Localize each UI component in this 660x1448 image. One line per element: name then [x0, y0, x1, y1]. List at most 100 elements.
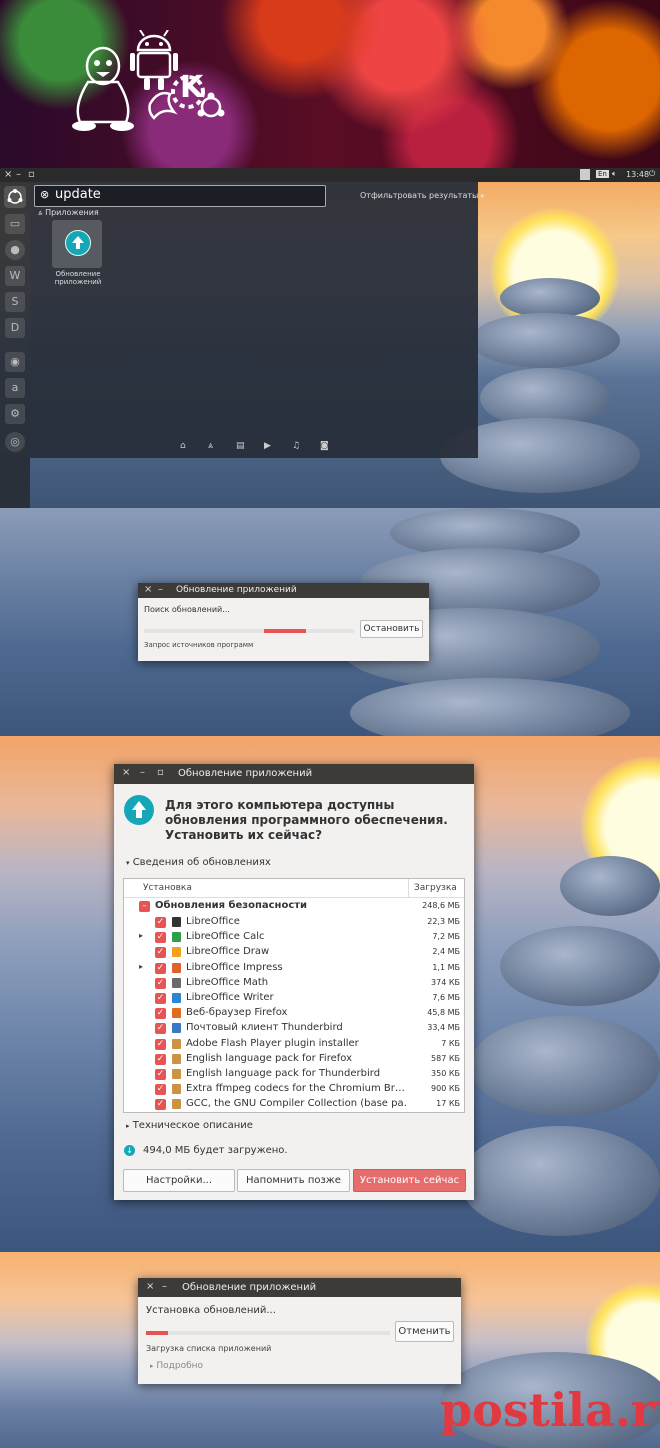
row-checkbox[interactable]: ✓	[155, 1038, 166, 1050]
table-row[interactable]: ✓ English language pack for Thunderbird 35…	[124, 1067, 464, 1082]
update-app-icon	[124, 795, 154, 825]
row-checkbox[interactable]: ✓	[155, 932, 166, 944]
row-checkbox[interactable]: ✓	[155, 917, 166, 928]
table-row[interactable]: ✓ Adobe Flash Player plugin installer 7 КБ	[124, 1037, 464, 1052]
table-row[interactable]: ✓ LibreOffice Draw 2,4 МБ	[124, 945, 464, 960]
disc-launcher-icon[interactable]: ◎	[5, 432, 25, 452]
power-icon[interactable]: ⏻	[649, 169, 655, 179]
settings-launcher-icon[interactable]: ⚙	[5, 404, 25, 424]
files-launcher-icon[interactable]: ▭	[5, 214, 25, 234]
table-row[interactable]: ✓ English language pack for Firefox 587 КБ	[124, 1052, 464, 1067]
apps-icon[interactable]: ⩓	[208, 441, 213, 451]
package-name: LibreOffice Writer	[186, 992, 274, 1003]
row-checkbox[interactable]: ✓	[155, 1023, 166, 1035]
stone	[470, 1016, 660, 1116]
close-icon[interactable]: ×	[146, 1281, 154, 1292]
package-icon	[172, 977, 181, 988]
group-size: 248,6 МБ	[422, 901, 460, 910]
table-row[interactable]: ▸ ✓ LibreOffice Impress 1,1 МБ	[124, 961, 464, 976]
row-checkbox[interactable]: ✓	[155, 977, 166, 989]
minimize-icon[interactable]: –	[140, 767, 145, 778]
row-checkbox[interactable]: ✓	[155, 1084, 166, 1096]
cancel-button[interactable]: Отменить	[395, 1321, 454, 1342]
download-icon: ↓	[124, 1145, 135, 1156]
expander-icon[interactable]: ▸	[139, 962, 143, 971]
search-input[interactable]: ⊗ update	[34, 185, 326, 207]
minimize-icon[interactable]: –	[162, 1281, 167, 1292]
firefox-launcher-icon[interactable]: ●	[5, 240, 25, 260]
col-divider	[408, 879, 409, 897]
music-icon[interactable]: ♫	[292, 441, 300, 451]
close-icon[interactable]: ×	[122, 767, 130, 778]
triangle-right-icon: ▸	[126, 1122, 130, 1130]
package-icon	[172, 1099, 181, 1110]
table-row[interactable]: ▸ ✓ LibreOffice Calc 7,2 МБ	[124, 930, 464, 945]
group-checkbox[interactable]: –	[139, 901, 150, 912]
keyboard-layout[interactable]: En	[596, 170, 609, 178]
remind-later-button[interactable]: Напомнить позже	[237, 1169, 350, 1192]
software-center-launcher-icon[interactable]: ◉	[5, 352, 25, 372]
expander-icon[interactable]: ▸	[139, 931, 143, 940]
package-size: 900 КБ	[431, 1084, 460, 1094]
writer-launcher-icon[interactable]: W	[5, 266, 25, 286]
download-info: 494,0 МБ будет загружено.	[143, 1145, 288, 1156]
col-download[interactable]: Загрузка	[414, 883, 457, 893]
impress-launcher-icon[interactable]: D	[5, 318, 25, 338]
filter-results-button[interactable]: Отфильтровать результаты ▸	[360, 191, 485, 200]
install-details-toggle[interactable]: ▸ Подробно	[150, 1361, 203, 1371]
calc-launcher-icon[interactable]: S	[5, 292, 25, 312]
close-icon[interactable]: ×	[4, 169, 12, 180]
install-progress-track	[146, 1331, 390, 1335]
table-row[interactable]: ✓ GCC, the GNU Compiler Collection (base …	[124, 1097, 464, 1112]
table-row[interactable]: ✓ LibreOffice Writer 7,6 МБ	[124, 991, 464, 1006]
row-checkbox[interactable]: ✓	[155, 1053, 166, 1065]
home-icon[interactable]: ⌂	[180, 441, 186, 451]
photo-icon[interactable]: ◙	[320, 441, 329, 451]
settings-button[interactable]: Настройки...	[123, 1169, 235, 1192]
update-dialog: × – ▫ Обновление приложений Для этого ко…	[114, 764, 474, 1200]
table-row[interactable]: ✓ Extra ffmpeg codecs for the Chromium Br…	[124, 1082, 464, 1097]
network-icon[interactable]	[580, 169, 590, 180]
install-now-button[interactable]: Установить сейчас	[353, 1169, 466, 1192]
minimize-icon[interactable]: –	[158, 584, 163, 595]
group-name: Обновления безопасности	[155, 900, 308, 911]
package-size: 587 КБ	[431, 1053, 460, 1063]
col-install[interactable]: Установка	[143, 883, 192, 893]
heading-line2: обновления программного обеспечения.	[165, 813, 448, 827]
maximize-icon[interactable]: ▫	[28, 169, 35, 180]
table-row[interactable]: ✓ LibreOffice Math 374 КБ	[124, 976, 464, 991]
stop-button[interactable]: Остановить	[360, 620, 423, 638]
update-dialog-title: Обновление приложений	[178, 768, 313, 779]
clear-search-icon[interactable]: ⊗	[40, 188, 49, 201]
tech-toggle[interactable]: ▸ Техническое описание	[126, 1120, 253, 1131]
amazon-launcher-icon[interactable]: a	[5, 378, 25, 398]
install-substatus: Загрузка списка приложений	[146, 1344, 272, 1353]
close-icon[interactable]: ×	[144, 584, 152, 595]
ubuntu-dash-button[interactable]	[4, 186, 26, 208]
package-icon	[172, 1023, 181, 1034]
row-checkbox[interactable]: ✓	[155, 1069, 166, 1080]
table-row[interactable]: ✓ Веб-браузер Firefox 45,8 МБ	[124, 1006, 464, 1021]
row-checkbox[interactable]: ✓	[155, 962, 166, 974]
package-size: 7,2 МБ	[432, 932, 460, 942]
maximize-icon[interactable]: ▫	[157, 767, 164, 778]
launcher: ▭ ● W S D ◉ a ⚙ ◎	[0, 182, 30, 508]
clock[interactable]: 13:48	[626, 170, 649, 179]
stone	[500, 926, 660, 1006]
row-checkbox[interactable]: ✓	[155, 1008, 166, 1020]
app-result-tile[interactable]	[52, 220, 102, 268]
watermark: postila.ru	[440, 1383, 660, 1437]
row-checkbox[interactable]: ✓	[155, 1099, 166, 1111]
table-row[interactable]: ✓ Почтовый клиент Thunderbird 33,4 МБ	[124, 1021, 464, 1036]
video-icon[interactable]: ▶	[264, 441, 271, 451]
app-result-label-line1: Обновление	[55, 270, 101, 278]
details-toggle[interactable]: ▾ Сведения об обновлениях	[126, 857, 271, 868]
row-checkbox[interactable]: ✓	[155, 947, 166, 959]
package-icon	[172, 993, 181, 1003]
search-text: update	[55, 187, 101, 202]
speaker-icon[interactable]: 🔈︎	[612, 169, 617, 179]
row-checkbox[interactable]: ✓	[155, 993, 166, 1004]
files-icon[interactable]: ▤	[236, 441, 245, 451]
minimize-icon[interactable]: –	[16, 169, 21, 180]
table-row[interactable]: ✓ LibreOffice 22,3 МБ	[124, 915, 464, 930]
